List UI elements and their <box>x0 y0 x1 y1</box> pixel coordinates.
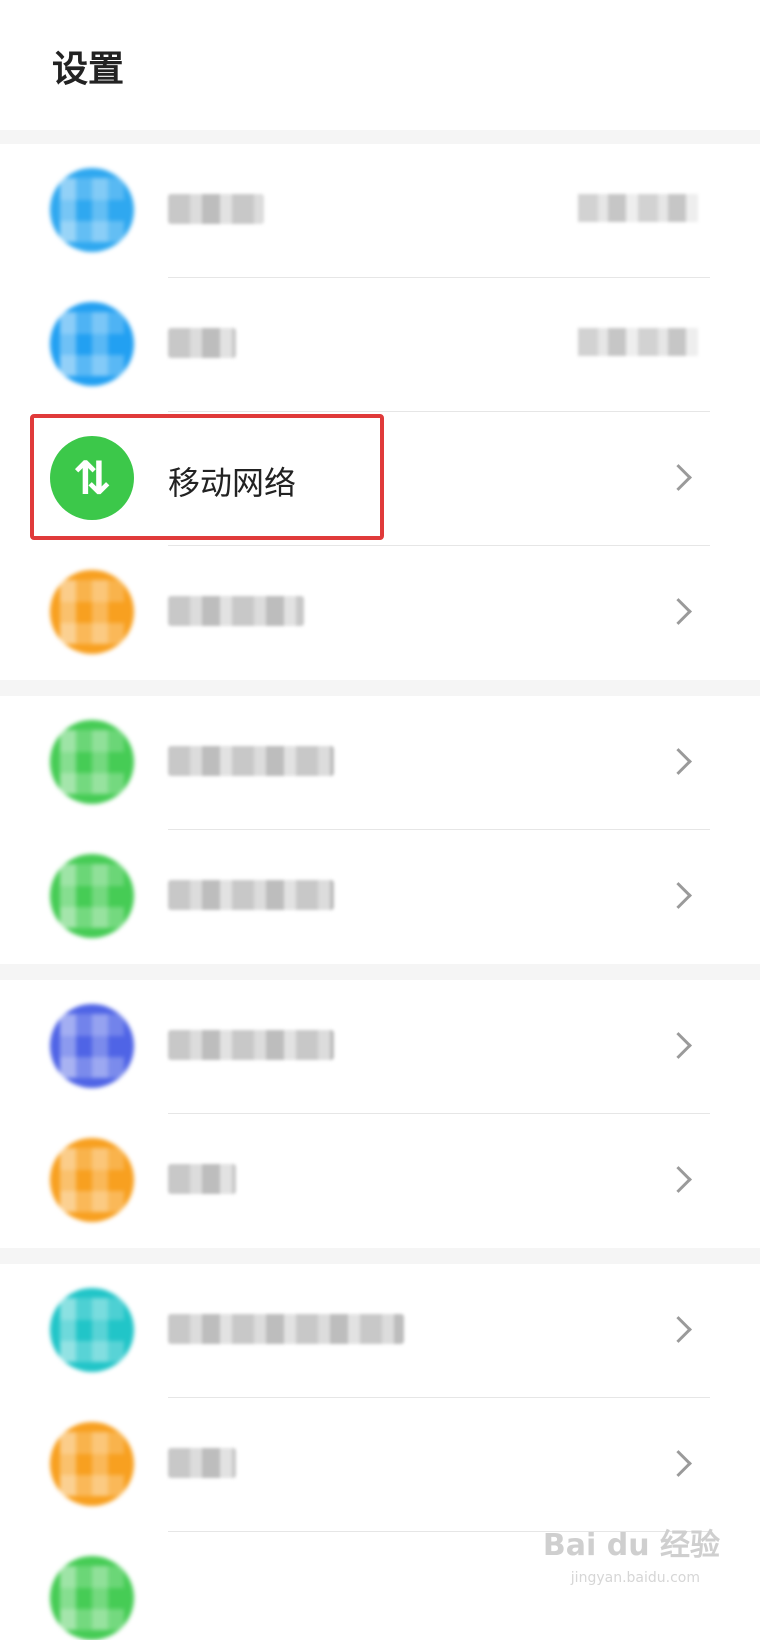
chevron-right-icon <box>665 1450 692 1477</box>
watermark-sub: jingyan.baidu.com <box>570 1570 700 1586</box>
blurred-icon <box>50 720 134 804</box>
blurred-icon <box>50 1556 134 1640</box>
blurred-label <box>168 1164 236 1194</box>
chevron-right-icon <box>665 1316 692 1343</box>
chevron-right-icon <box>665 598 692 625</box>
page-title: 设置 <box>52 49 125 90</box>
blurred-icon <box>50 168 134 252</box>
chevron-right-icon <box>665 464 692 491</box>
blurred-value <box>578 194 698 222</box>
settings-row[interactable] <box>0 1264 760 1398</box>
settings-header: 设置 <box>0 0 760 130</box>
settings-row[interactable] <box>0 696 760 830</box>
settings-row[interactable] <box>0 980 760 1114</box>
settings-row[interactable] <box>0 278 760 412</box>
watermark: Bai du 经验 <box>542 1528 720 1563</box>
settings-row[interactable] <box>0 144 760 278</box>
chevron-right-icon <box>665 882 692 909</box>
blurred-label <box>168 1314 404 1344</box>
settings-row[interactable] <box>0 830 760 964</box>
chevron-right-icon <box>665 1166 692 1193</box>
section-gap <box>0 130 760 144</box>
section-gap <box>0 680 760 696</box>
settings-item-mobile-network[interactable]: ⇅ 移动网络 <box>0 412 760 546</box>
blurred-icon <box>50 854 134 938</box>
section-gap <box>0 964 760 980</box>
blurred-label <box>168 194 264 224</box>
blurred-icon <box>50 1422 134 1506</box>
blurred-label <box>168 328 236 358</box>
blurred-value <box>578 328 698 356</box>
blurred-icon <box>50 570 134 654</box>
arrows-up-down-icon: ⇅ <box>50 436 134 520</box>
blurred-label <box>168 746 334 776</box>
settings-item-label: 移动网络 <box>168 464 297 502</box>
blurred-icon <box>50 302 134 386</box>
blurred-label <box>168 596 304 626</box>
blurred-icon <box>50 1004 134 1088</box>
chevron-right-icon <box>665 1032 692 1059</box>
section-gap <box>0 1248 760 1264</box>
blurred-icon <box>50 1288 134 1372</box>
settings-row[interactable] <box>0 546 760 680</box>
chevron-right-icon <box>665 748 692 775</box>
blurred-icon <box>50 1138 134 1222</box>
blurred-label <box>168 1448 236 1478</box>
settings-row[interactable] <box>0 1398 760 1532</box>
settings-row[interactable] <box>0 1114 760 1248</box>
blurred-label <box>168 1030 334 1060</box>
blurred-label <box>168 880 334 910</box>
